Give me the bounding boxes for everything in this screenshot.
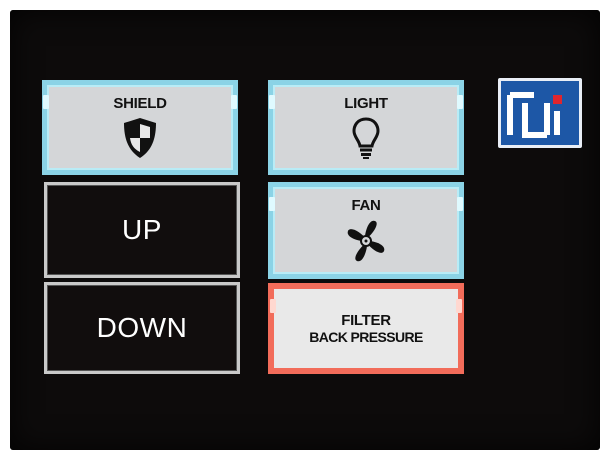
down-label: DOWN xyxy=(96,312,188,343)
ti-logo-icon xyxy=(507,92,562,138)
indicator-tab xyxy=(231,95,237,109)
down-button[interactable]: DOWN xyxy=(44,282,240,374)
up-label: UP xyxy=(122,214,162,245)
indicator-tab xyxy=(43,95,49,109)
filter-label: FILTER xyxy=(341,311,391,329)
indicator-tab xyxy=(270,299,276,313)
shield-label: SHIELD xyxy=(113,94,167,112)
indicator-tab xyxy=(269,197,275,211)
shield-button[interactable]: SHIELD xyxy=(42,80,238,175)
lightbulb-icon xyxy=(352,116,380,159)
touch-screen: SHIELD LIGHT UP FAN DOWN FILTER BACK PRE… xyxy=(10,10,600,450)
ti-logo xyxy=(498,78,582,148)
indicator-tab xyxy=(457,95,463,109)
fan-label: FAN xyxy=(351,196,381,214)
shield-icon xyxy=(124,117,156,158)
fan-button[interactable]: FAN xyxy=(268,182,464,279)
light-button[interactable]: LIGHT xyxy=(268,80,464,175)
filter-back-pressure-button[interactable]: FILTER BACK PRESSURE xyxy=(268,283,464,374)
device-bezel: SHIELD LIGHT UP FAN DOWN FILTER BACK PRE… xyxy=(0,0,610,453)
up-button[interactable]: UP xyxy=(44,182,240,278)
indicator-tab xyxy=(457,197,463,211)
light-label: LIGHT xyxy=(344,94,388,112)
indicator-tab xyxy=(456,299,462,313)
fan-icon xyxy=(347,220,385,261)
back-pressure-label: BACK PRESSURE xyxy=(309,328,423,345)
indicator-tab xyxy=(269,95,275,109)
